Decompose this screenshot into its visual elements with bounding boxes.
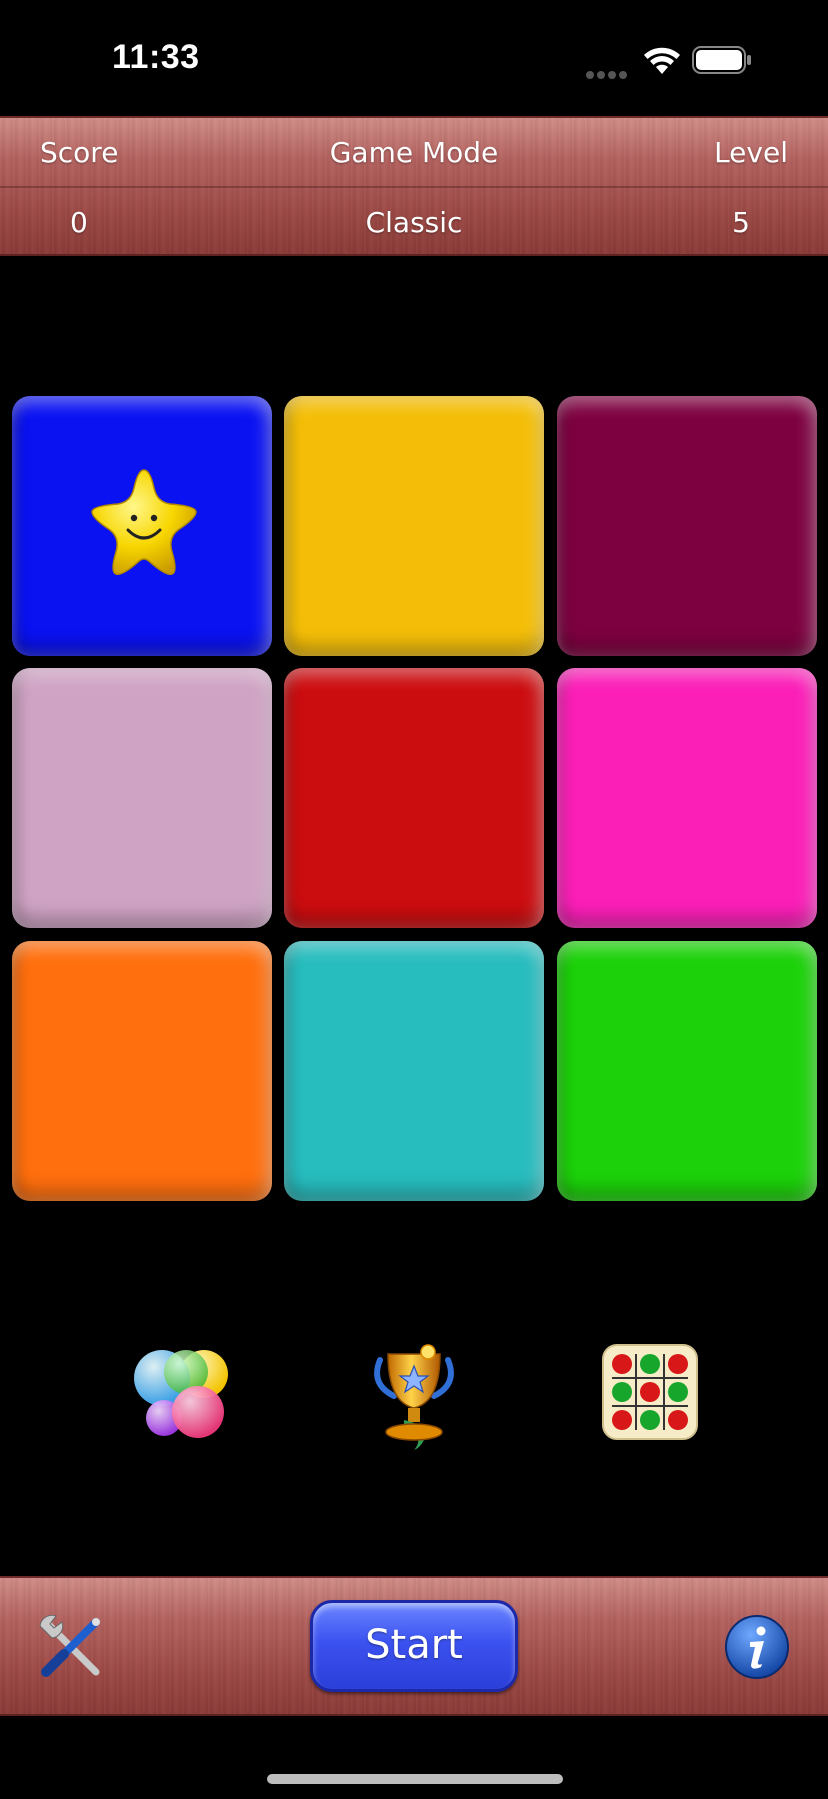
score-panel-labels: Score Game Mode Level (0, 118, 828, 188)
smiley-star-icon (91, 469, 197, 575)
wifi-icon (644, 47, 680, 74)
status-time: 11:33 (112, 38, 200, 76)
score-panel: Score Game Mode Level 0 Classic 5 (0, 116, 828, 256)
trophy-icon[interactable] (374, 1344, 454, 1452)
game-mode-value: Classic (365, 206, 463, 239)
tile-8[interactable] (284, 941, 544, 1201)
start-button[interactable]: Start (310, 1600, 518, 1692)
home-indicator (267, 1774, 563, 1784)
tile-2[interactable] (284, 396, 544, 656)
status-bar: 11:33 (0, 0, 828, 110)
score-panel-values: 0 Classic 5 (0, 188, 828, 258)
bottom-toolbar: Start (0, 1576, 828, 1716)
tile-5[interactable] (284, 668, 544, 928)
tile-7[interactable] (12, 941, 272, 1201)
battery-icon (692, 46, 751, 74)
tile-grid (12, 396, 818, 1202)
tile-1[interactable] (12, 396, 272, 656)
board-icon[interactable] (602, 1344, 698, 1440)
level-label: Level (714, 136, 788, 169)
level-value: 5 (732, 206, 750, 239)
tile-3[interactable] (557, 396, 817, 656)
info-icon[interactable] (724, 1614, 790, 1680)
game-mode-label: Game Mode (329, 136, 499, 169)
tile-9[interactable] (557, 941, 817, 1201)
settings-tools-icon[interactable] (36, 1612, 106, 1682)
tile-4[interactable] (12, 668, 272, 928)
tile-6[interactable] (557, 668, 817, 928)
game-center-icon[interactable] (132, 1344, 232, 1444)
cellular-signal-icon (586, 64, 630, 79)
